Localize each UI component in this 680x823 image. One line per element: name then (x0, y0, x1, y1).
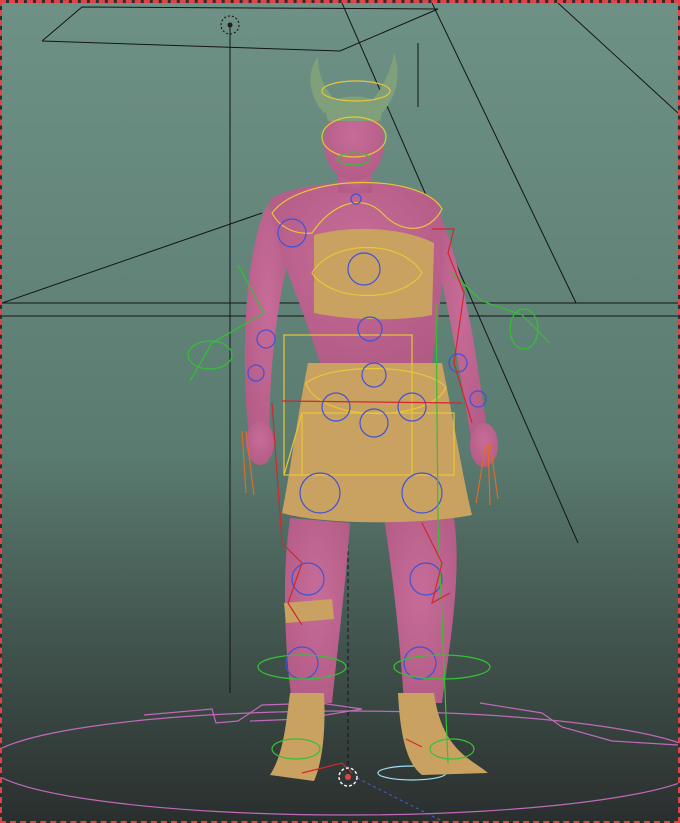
chest-wrap (314, 228, 434, 320)
3d-viewport[interactable] (0, 0, 680, 823)
viewport-scene[interactable] (2, 3, 678, 821)
